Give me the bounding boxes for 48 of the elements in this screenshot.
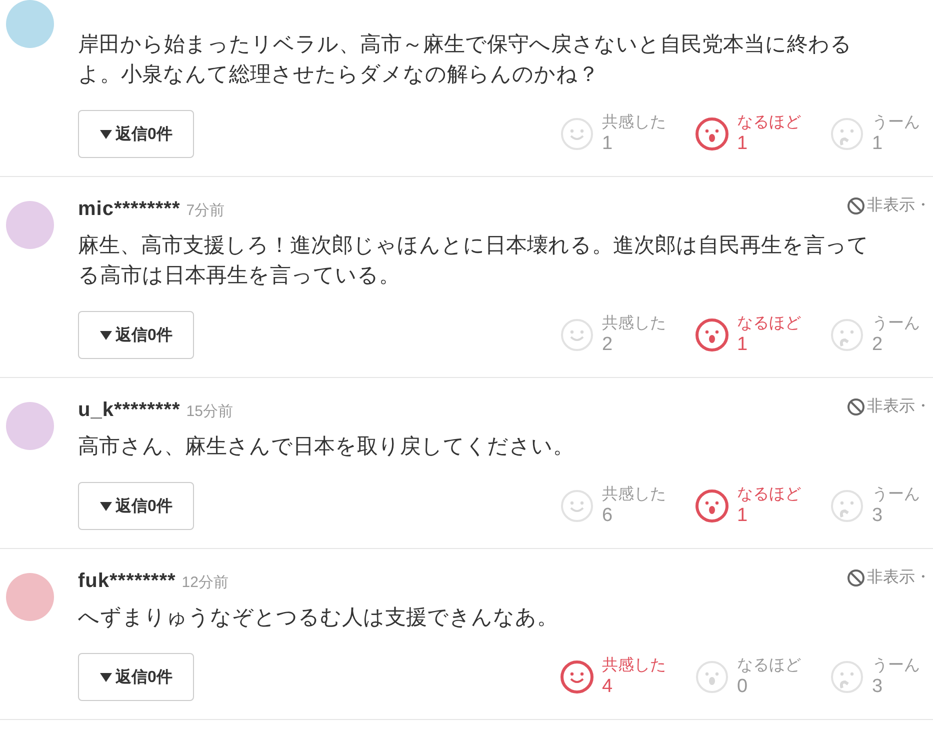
reaction-button[interactable]: 共感した 1 (560, 113, 695, 155)
username: u_k******** (78, 398, 180, 422)
username: fuk******** (78, 570, 176, 592)
smile-face-icon (560, 318, 594, 352)
post-time: 15分前 (186, 402, 233, 420)
surprised-face-icon (695, 660, 729, 694)
thinking-face-icon (830, 318, 864, 352)
reaction-button[interactable]: うーん 2 (830, 314, 933, 356)
surprised-face-icon (695, 117, 729, 151)
reaction-button[interactable]: なるほど 0 (695, 656, 830, 698)
reaction-button[interactable]: うーん 3 (830, 485, 933, 527)
thinking-face-icon (830, 660, 864, 694)
ban-icon (847, 398, 865, 416)
reaction-button[interactable]: 共感した 6 (560, 485, 695, 527)
replies-button[interactable]: 返信0件 (78, 482, 194, 530)
replies-button[interactable]: 返信0件 (78, 653, 194, 701)
hide-link[interactable]: 非表示・ (867, 567, 931, 588)
replies-button[interactable]: 返信0件 (78, 311, 194, 359)
username: mic******** (78, 198, 180, 220)
post-time: 7分前 (186, 200, 225, 220)
hide-link[interactable]: 非表示・ (867, 396, 931, 417)
reaction-button[interactable]: 共感した 2 (560, 314, 695, 356)
reaction-button[interactable]: なるほど 1 (695, 113, 830, 155)
caret-icon (100, 330, 112, 340)
reaction-button[interactable]: なるほど 1 (695, 485, 830, 527)
comment-text: へずまりゅうなぞとつるむ人は支援できんなあ。 (78, 605, 559, 631)
reaction-button[interactable]: うーん 3 (830, 656, 933, 698)
comment-text: 岸田から始まったリベラル、高市～麻生で保守へ戻さないと自民党本当に終わるよ。小泉なんて総理させたらダメなの解らんのかね？ (78, 32, 853, 88)
surprised-face-icon (695, 318, 729, 352)
surprised-face-icon (695, 489, 729, 523)
caret-icon (100, 672, 112, 682)
reaction-button[interactable]: うーん 1 (830, 113, 933, 155)
ban-icon (847, 196, 865, 214)
thinking-face-icon (830, 489, 864, 523)
thinking-face-icon (830, 117, 864, 151)
comment-text: 麻生、高市支援しろ！進次郎じゃほんとに日本壊れる。進次郎は自民再生を言ってる高市は日本再生を言っている。 (78, 233, 870, 289)
caret-icon (100, 130, 112, 138)
caret-icon (100, 502, 112, 510)
smile-face-icon (560, 660, 594, 694)
smile-face-icon (560, 117, 594, 151)
ban-icon (847, 568, 865, 586)
replies-button[interactable]: 返信0件 (78, 110, 194, 158)
comment-text: 高市さん、麻生さんで日本を取り戻してください。 (78, 434, 575, 460)
hide-link[interactable]: 非表示・ (867, 195, 931, 216)
post-time: 12分前 (182, 572, 228, 592)
reaction-button[interactable]: 共感した 4 (560, 656, 695, 698)
reaction-button[interactable]: なるほど 1 (695, 314, 830, 356)
smile-face-icon (560, 489, 594, 523)
